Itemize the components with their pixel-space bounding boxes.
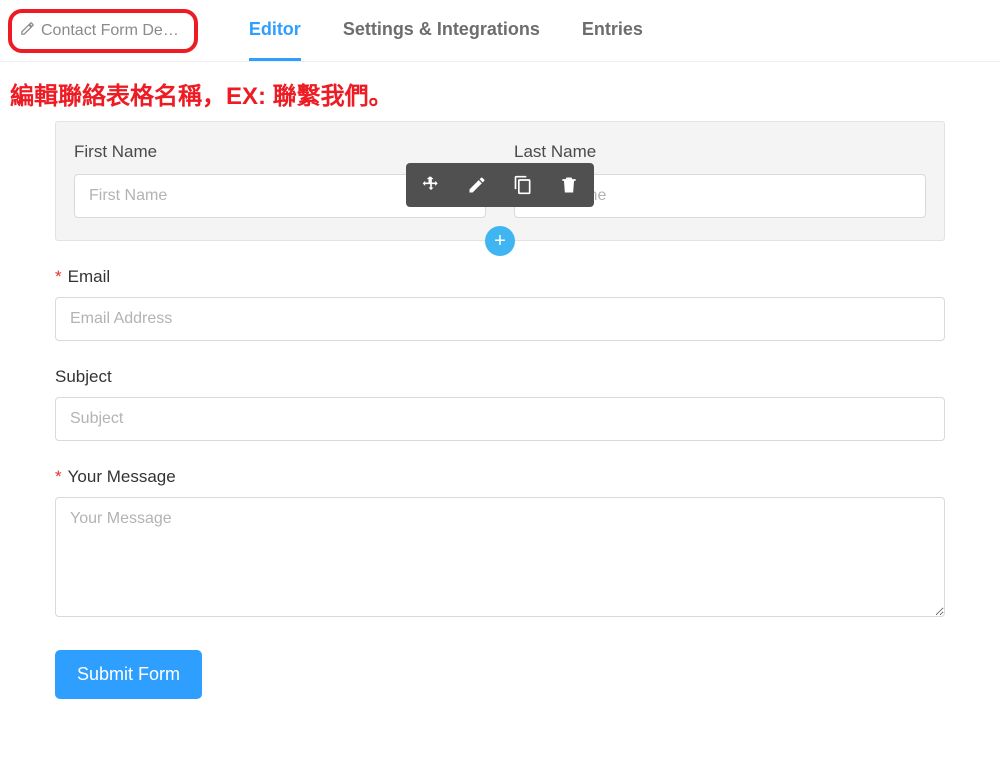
form-title-text: Contact Form De… — [41, 22, 179, 40]
tab-entries[interactable]: Entries — [582, 0, 643, 61]
last-name-label: Last Name — [514, 142, 926, 162]
submit-button[interactable]: Submit Form — [55, 650, 202, 699]
required-mark: * — [55, 267, 62, 286]
message-label-row: * Your Message — [55, 467, 945, 487]
element-action-toolbar — [406, 163, 594, 207]
message-label: Your Message — [68, 467, 176, 486]
tab-settings-integrations[interactable]: Settings & Integrations — [343, 0, 540, 61]
form-title-edit[interactable]: Contact Form De… — [10, 17, 189, 45]
subject-label: Subject — [55, 367, 945, 387]
delete-icon[interactable] — [550, 169, 588, 201]
email-field-block: * Email — [55, 267, 945, 341]
email-label: Email — [68, 267, 111, 286]
duplicate-icon[interactable] — [504, 169, 542, 201]
tab-bar: Editor Settings & Integrations Entries — [249, 0, 643, 61]
required-mark: * — [55, 467, 62, 486]
first-name-label: First Name — [74, 142, 486, 162]
edit-icon[interactable] — [458, 169, 496, 201]
top-bar: Contact Form De… Editor Settings & Integ… — [0, 0, 1000, 62]
tab-editor[interactable]: Editor — [249, 0, 301, 61]
name-fields-group[interactable]: First Name Last Name + — [55, 121, 945, 241]
subject-input[interactable] — [55, 397, 945, 441]
message-field-block: * Your Message — [55, 467, 945, 622]
message-textarea[interactable] — [55, 497, 945, 617]
email-label-row: * Email — [55, 267, 945, 287]
email-input[interactable] — [55, 297, 945, 341]
add-field-button[interactable]: + — [485, 226, 515, 256]
subject-field-block: Subject — [55, 367, 945, 441]
annotation-text: 編輯聯絡表格名稱，EX: 聯繫我們。 — [0, 62, 1000, 121]
pencil-icon — [20, 21, 35, 41]
move-icon[interactable] — [412, 169, 450, 201]
form-builder-canvas: First Name Last Name + — [0, 121, 1000, 729]
